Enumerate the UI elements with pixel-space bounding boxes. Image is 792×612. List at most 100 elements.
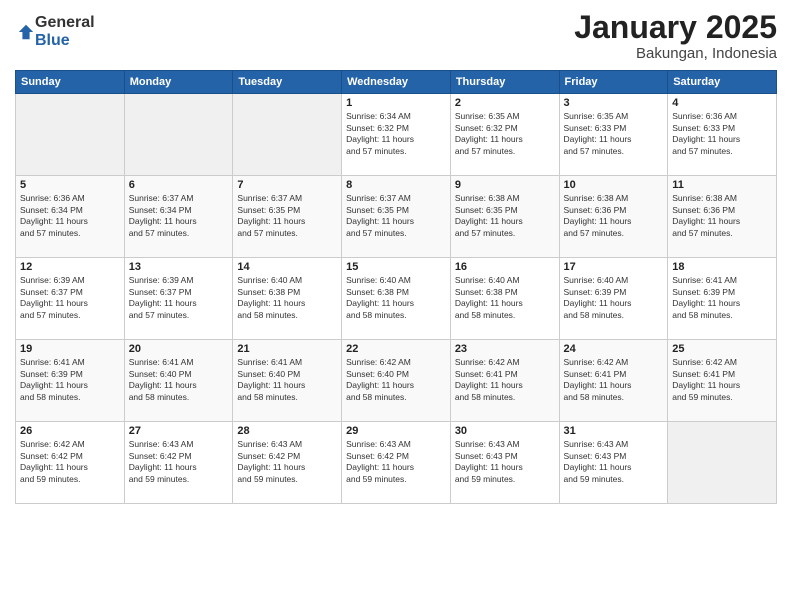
day-number: 5 (20, 179, 120, 191)
calendar-week-5: 26Sunrise: 6:42 AM Sunset: 6:42 PM Dayli… (16, 422, 777, 504)
day-info: Sunrise: 6:34 AM Sunset: 6:32 PM Dayligh… (346, 111, 446, 157)
day-info: Sunrise: 6:35 AM Sunset: 6:32 PM Dayligh… (455, 111, 555, 157)
table-row: 31Sunrise: 6:43 AM Sunset: 6:43 PM Dayli… (559, 422, 668, 504)
day-number: 22 (346, 343, 446, 355)
day-info: Sunrise: 6:43 AM Sunset: 6:43 PM Dayligh… (455, 439, 555, 485)
day-number: 11 (672, 179, 772, 191)
day-info: Sunrise: 6:42 AM Sunset: 6:41 PM Dayligh… (564, 357, 664, 403)
table-row: 13 Sunrise: 6:39 AM Sunset: 6:37 PM Dayli… (124, 258, 233, 340)
table-row: 16Sunrise: 6:40 AM Sunset: 6:38 PM Dayli… (450, 258, 559, 340)
day-number: 4 (672, 97, 772, 109)
table-row: 25 Sunrise: 6:42 AM Sunset: 6:41 PM Dayli… (668, 340, 777, 422)
day-number: 2 (455, 97, 555, 109)
table-row: 28Sunrise: 6:43 AM Sunset: 6:42 PM Dayli… (233, 422, 342, 504)
day-info: Sunrise: 6:40 AM Sunset: 6:38 PM Dayligh… (237, 275, 337, 321)
day-info: Sunrise: 6:41 AM Sunset: 6:39 PM Dayligh… (20, 357, 120, 403)
table-row: 1Sunrise: 6:34 AM Sunset: 6:32 PM Daylig… (342, 94, 451, 176)
logo-icon (17, 23, 35, 41)
day-number: 13 (129, 261, 229, 273)
table-row: 3Sunrise: 6:35 AM Sunset: 6:33 PM Daylig… (559, 94, 668, 176)
day-info: Sunrise: 6:38 AM Sunset: 6:36 PM Dayligh… (564, 193, 664, 239)
day-info: Sunrise: 6:42 AM Sunset: 6:40 PM Dayligh… (346, 357, 446, 403)
table-row: 4 Sunrise: 6:36 AM Sunset: 6:33 PM Daylig… (668, 94, 777, 176)
table-row: 9 Sunrise: 6:38 AM Sunset: 6:35 PM Daylig… (450, 176, 559, 258)
day-number: 7 (237, 179, 337, 191)
day-info: Sunrise: 6:43 AM Sunset: 6:42 PM Dayligh… (346, 439, 446, 485)
day-info: Sunrise: 6:42 AM Sunset: 6:41 PM Dayligh… (672, 357, 772, 403)
header: General Blue January 2025 Bakungan, Indo… (15, 10, 777, 62)
table-row: 24Sunrise: 6:42 AM Sunset: 6:41 PM Dayli… (559, 340, 668, 422)
header-wednesday: Wednesday (342, 71, 451, 94)
day-info: Sunrise: 6:36 AM Sunset: 6:34 PM Dayligh… (20, 193, 120, 239)
header-monday: Monday (124, 71, 233, 94)
day-number: 9 (455, 179, 555, 191)
table-row: 6 Sunrise: 6:37 AM Sunset: 6:34 PM Daylig… (124, 176, 233, 258)
day-info: Sunrise: 6:43 AM Sunset: 6:42 PM Dayligh… (129, 439, 229, 485)
day-number: 14 (237, 261, 337, 273)
day-number: 10 (564, 179, 664, 191)
table-row: 15Sunrise: 6:40 AM Sunset: 6:38 PM Dayli… (342, 258, 451, 340)
day-info: Sunrise: 6:42 AM Sunset: 6:41 PM Dayligh… (455, 357, 555, 403)
day-info: Sunrise: 6:37 AM Sunset: 6:35 PM Dayligh… (346, 193, 446, 239)
table-row: 11 Sunrise: 6:38 AM Sunset: 6:36 PM Dayli… (668, 176, 777, 258)
table-row: 7 Sunrise: 6:37 AM Sunset: 6:35 PM Daylig… (233, 176, 342, 258)
day-info: Sunrise: 6:37 AM Sunset: 6:34 PM Dayligh… (129, 193, 229, 239)
day-number: 23 (455, 343, 555, 355)
table-row: 14 Sunrise: 6:40 AM Sunset: 6:38 PM Dayli… (233, 258, 342, 340)
day-info: Sunrise: 6:39 AM Sunset: 6:37 PM Dayligh… (129, 275, 229, 321)
day-number: 3 (564, 97, 664, 109)
day-info: Sunrise: 6:38 AM Sunset: 6:35 PM Dayligh… (455, 193, 555, 239)
day-number: 28 (237, 425, 337, 437)
title-block: January 2025 Bakungan, Indonesia (574, 10, 777, 62)
calendar: Sunday Monday Tuesday Wednesday Thursday… (15, 70, 777, 504)
table-row: 20Sunrise: 6:41 AM Sunset: 6:40 PM Dayli… (124, 340, 233, 422)
day-number: 18 (672, 261, 772, 273)
day-info: Sunrise: 6:40 AM Sunset: 6:39 PM Dayligh… (564, 275, 664, 321)
table-row: 27 Sunrise: 6:43 AM Sunset: 6:42 PM Dayli… (124, 422, 233, 504)
day-info: Sunrise: 6:41 AM Sunset: 6:40 PM Dayligh… (237, 357, 337, 403)
month-title: January 2025 (574, 10, 777, 45)
table-row: 8 Sunrise: 6:37 AM Sunset: 6:35 PM Daylig… (342, 176, 451, 258)
day-info: Sunrise: 6:36 AM Sunset: 6:33 PM Dayligh… (672, 111, 772, 157)
table-row: 2 Sunrise: 6:35 AM Sunset: 6:32 PM Daylig… (450, 94, 559, 176)
day-info: Sunrise: 6:38 AM Sunset: 6:36 PM Dayligh… (672, 193, 772, 239)
day-info: Sunrise: 6:40 AM Sunset: 6:38 PM Dayligh… (455, 275, 555, 321)
calendar-week-3: 12 Sunrise: 6:39 AM Sunset: 6:37 PM Dayli… (16, 258, 777, 340)
table-row: 5 Sunrise: 6:36 AM Sunset: 6:34 PM Daylig… (16, 176, 125, 258)
day-number: 8 (346, 179, 446, 191)
logo-general: General (35, 14, 95, 32)
header-sunday: Sunday (16, 71, 125, 94)
logo-text: General Blue (35, 14, 95, 49)
header-thursday: Thursday (450, 71, 559, 94)
day-info: Sunrise: 6:37 AM Sunset: 6:35 PM Dayligh… (237, 193, 337, 239)
table-row (668, 422, 777, 504)
day-info: Sunrise: 6:39 AM Sunset: 6:37 PM Dayligh… (20, 275, 120, 321)
calendar-week-2: 5 Sunrise: 6:36 AM Sunset: 6:34 PM Daylig… (16, 176, 777, 258)
day-info: Sunrise: 6:41 AM Sunset: 6:39 PM Dayligh… (672, 275, 772, 321)
table-row (16, 94, 125, 176)
day-number: 30 (455, 425, 555, 437)
day-info: Sunrise: 6:40 AM Sunset: 6:38 PM Dayligh… (346, 275, 446, 321)
table-row: 26Sunrise: 6:42 AM Sunset: 6:42 PM Dayli… (16, 422, 125, 504)
table-row: 29 Sunrise: 6:43 AM Sunset: 6:42 PM Dayli… (342, 422, 451, 504)
table-row: 21 Sunrise: 6:41 AM Sunset: 6:40 PM Dayli… (233, 340, 342, 422)
day-number: 27 (129, 425, 229, 437)
page: General Blue January 2025 Bakungan, Indo… (0, 0, 792, 612)
calendar-week-1: 1Sunrise: 6:34 AM Sunset: 6:32 PM Daylig… (16, 94, 777, 176)
header-friday: Friday (559, 71, 668, 94)
day-number: 31 (564, 425, 664, 437)
table-row: 19Sunrise: 6:41 AM Sunset: 6:39 PM Dayli… (16, 340, 125, 422)
day-number: 25 (672, 343, 772, 355)
day-number: 6 (129, 179, 229, 191)
day-number: 29 (346, 425, 446, 437)
location: Bakungan, Indonesia (574, 45, 777, 62)
calendar-week-4: 19Sunrise: 6:41 AM Sunset: 6:39 PM Dayli… (16, 340, 777, 422)
table-row: 18 Sunrise: 6:41 AM Sunset: 6:39 PM Dayli… (668, 258, 777, 340)
table-row: 22 Sunrise: 6:42 AM Sunset: 6:40 PM Dayli… (342, 340, 451, 422)
day-number: 17 (564, 261, 664, 273)
day-number: 21 (237, 343, 337, 355)
header-tuesday: Tuesday (233, 71, 342, 94)
header-saturday: Saturday (668, 71, 777, 94)
day-number: 12 (20, 261, 120, 273)
table-row: 17 Sunrise: 6:40 AM Sunset: 6:39 PM Dayli… (559, 258, 668, 340)
